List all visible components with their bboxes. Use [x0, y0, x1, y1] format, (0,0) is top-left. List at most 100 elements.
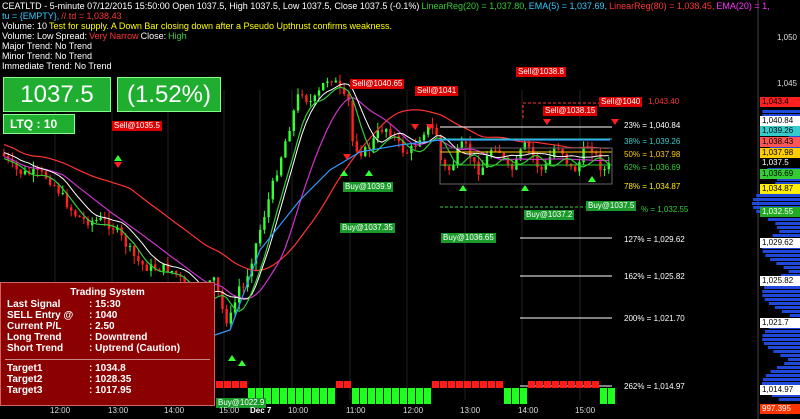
sell-level-text: 1,043.40 [648, 97, 680, 106]
candle-body [99, 218, 102, 221]
trend-bar-segment [432, 381, 439, 388]
buy-arrow [459, 185, 467, 191]
candle-body [263, 217, 266, 230]
ts-key: Short Trend [7, 343, 64, 354]
trend-bar-segment [400, 388, 407, 404]
candle-body [326, 81, 329, 83]
candle-body [481, 167, 484, 175]
candle-body [78, 215, 81, 218]
candle-body [380, 130, 384, 132]
candle-body [49, 178, 52, 185]
ema5-line [199, 139, 610, 341]
time-axis-label: 14:00 [518, 406, 539, 415]
ts-key: Target2 [7, 374, 43, 385]
volume-profile-bar [763, 342, 800, 345]
ts-value: : Downtrend [89, 332, 148, 343]
trend-bar-segment [416, 388, 423, 404]
candle-body [574, 166, 577, 172]
sell-signal-label: Sell@1041 [415, 86, 459, 96]
candle-body [53, 184, 56, 186]
volume-profile-bar [783, 266, 800, 269]
candle-body [242, 286, 245, 288]
candle-body [61, 192, 64, 194]
volume-profile-bar [762, 338, 800, 341]
trend-bar-segment [424, 388, 431, 404]
fib-level-label: 162% = 1,025.82 [624, 272, 685, 281]
candle-body [422, 134, 426, 141]
ts-value: : Uptrend (Caution) [89, 343, 181, 354]
trend-bar-segment [592, 381, 599, 388]
buy-signal-label: Buy@1039.9 [343, 182, 394, 192]
ts-value: : 15:30 [89, 299, 121, 310]
buy-arrow [340, 170, 348, 176]
volume-profile-bar [776, 262, 800, 265]
time-axis-label: 15:00 [575, 406, 596, 415]
trend-bar-segment [512, 388, 519, 404]
candle-body [448, 166, 451, 171]
ts-key: Current P/L [7, 321, 62, 332]
candle-body [464, 141, 468, 144]
volume-profile-bar [767, 346, 800, 349]
volume-profile-bar [762, 250, 800, 253]
tu-td-segment: // td = 1,038.43 [61, 11, 122, 21]
candle-body [36, 168, 39, 170]
spread-segment: Very Narrow [89, 31, 139, 41]
trend-bar-segment [296, 388, 303, 404]
volume-profile-bar [768, 302, 800, 305]
trend-bar-segment [376, 388, 383, 404]
candle-body [238, 286, 241, 303]
ts-value: : 2.50 [89, 321, 115, 332]
header-spread-line: Volume: Low Spread: Very Narrow Close: High [2, 31, 189, 41]
trend-bar-segment [560, 381, 567, 388]
candle-body [225, 308, 228, 324]
candle-body [385, 129, 388, 132]
buy-arrow [114, 155, 122, 161]
fib-level-label: 38% = 1,039.26 [624, 137, 681, 146]
candle-body [19, 169, 22, 175]
spread-segment: High [168, 31, 187, 41]
candle-body [527, 142, 531, 147]
trend-bar-segment [288, 388, 295, 404]
price-tag: 1,040.84 [760, 116, 800, 126]
ts-row-target1: Target1: 1034.8 [1, 363, 214, 374]
ts-value: : 1034.8 [89, 363, 126, 374]
ohlc-segment: LinearReg(80) = 1,038.45, [609, 1, 715, 11]
time-axis-label: 14:00 [164, 406, 185, 415]
time-axis-label: 13:00 [108, 406, 129, 415]
volume-profile-bar [764, 298, 800, 301]
price-tag: 1,043.4 [760, 97, 800, 107]
time-axis-label: 11:00 [346, 406, 366, 415]
time-axis-label: 13:00 [460, 406, 481, 415]
ohlc-segment: EMA(5) = 1,037.69, [528, 1, 608, 11]
buy-signal-label: Buy@1037.2 [524, 210, 575, 220]
trend-bar-segment [408, 388, 415, 404]
trend-bar-segment [232, 381, 239, 388]
trend-bar-segment [336, 381, 343, 388]
volume-profile-bar [776, 226, 800, 229]
volume-profile-bar [762, 378, 800, 381]
candle-body [296, 94, 300, 111]
spread-segment: Spread: [55, 31, 88, 41]
candle-body [40, 169, 43, 172]
trend-bar-segment [448, 381, 455, 388]
ts-row-long-trend: Long Trend: Downtrend [1, 332, 214, 343]
candle-body [389, 129, 392, 137]
candle-body [313, 95, 316, 102]
candle-body [275, 175, 279, 181]
candle-body [2, 153, 6, 157]
trend-bar-segment [312, 388, 319, 404]
trend-bar-segment [488, 381, 495, 388]
candle-body [330, 81, 333, 83]
trend-bar-segment [304, 388, 311, 404]
candle-body [473, 157, 476, 162]
sell-signal-label: Sell@1038.15 [543, 106, 598, 116]
trend-bar-segment [472, 381, 479, 388]
ltq-box: LTQ : 10 [3, 114, 75, 134]
candle-body [414, 145, 417, 147]
price-tag: 1,037.5 [760, 158, 800, 168]
volume-profile-bar [753, 198, 800, 201]
header-volume-comment: Volume: 10 Test for supply. A Down Bar cl… [2, 21, 394, 31]
ts-key: Target3 [7, 385, 43, 396]
price-tag: 1,034.87 [760, 184, 800, 194]
candle-body [137, 256, 140, 262]
